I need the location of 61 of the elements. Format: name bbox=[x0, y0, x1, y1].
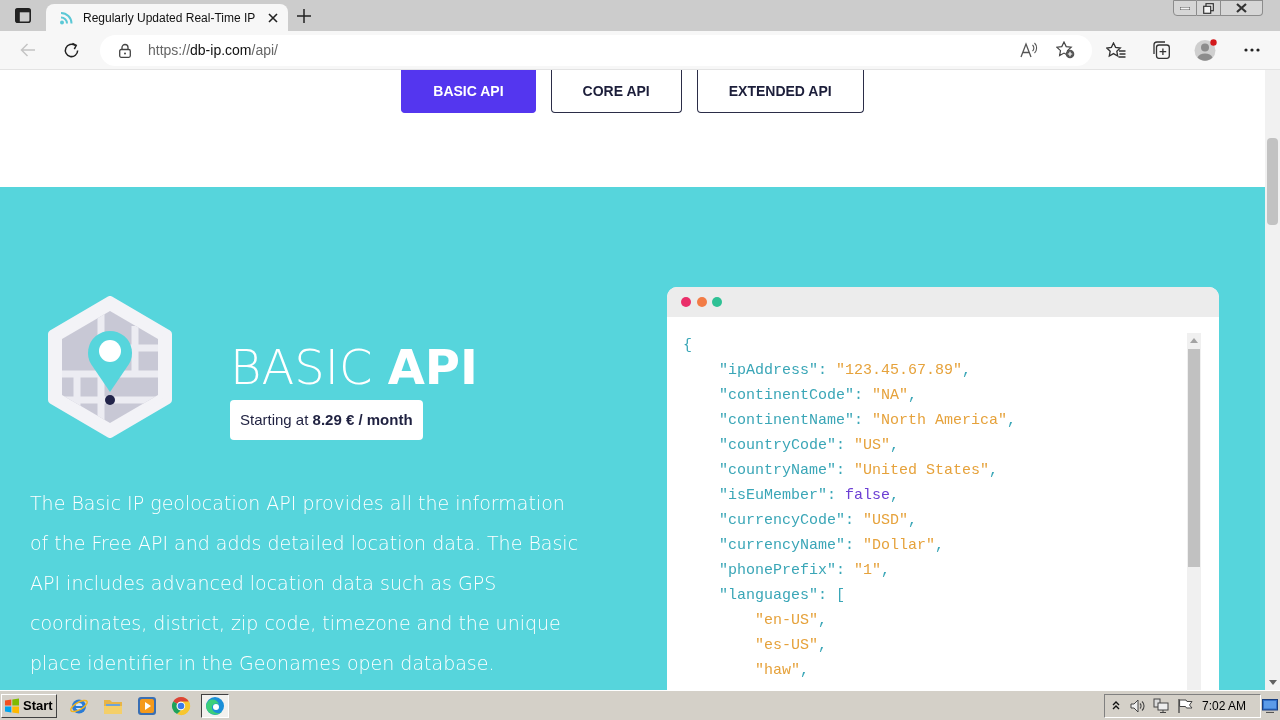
browser-tab[interactable]: Regularly Updated Real-Time IP bbox=[46, 4, 288, 31]
plan-tab[interactable]: EXTENDED API bbox=[696, 70, 864, 113]
map-pin-hexagon-icon bbox=[47, 296, 173, 438]
profile-button[interactable] bbox=[1192, 36, 1220, 64]
plan-tab[interactable]: CORE API bbox=[550, 70, 682, 113]
url-text: https://db-ip.com/api/ bbox=[148, 40, 278, 60]
plus-icon[interactable] bbox=[297, 8, 311, 23]
code-scrollbar[interactable] bbox=[1187, 333, 1201, 690]
code-line: "haw", bbox=[755, 661, 810, 681]
code-line: { bbox=[683, 336, 692, 356]
network-icon[interactable] bbox=[1153, 697, 1169, 714]
hero-title: BASIC API bbox=[230, 343, 478, 391]
more-icon bbox=[1244, 48, 1260, 52]
restore-icon bbox=[1203, 2, 1214, 14]
arrow-left-icon bbox=[20, 43, 36, 57]
code-line: "ipAddress": "123.45.67.89", bbox=[719, 361, 972, 381]
window-dots-icon bbox=[681, 297, 722, 307]
star-list-icon bbox=[1106, 41, 1126, 59]
chevron-up-icon[interactable] bbox=[1112, 701, 1120, 710]
windows-flag-icon bbox=[4, 697, 20, 714]
taskbar-app[interactable] bbox=[201, 693, 229, 718]
lock-icon bbox=[119, 42, 131, 58]
tab-actions-icon[interactable] bbox=[15, 8, 31, 23]
code-line: "en-US", bbox=[755, 611, 828, 631]
code-line: "phonePrefix": "1", bbox=[719, 561, 891, 581]
close-window-button[interactable] bbox=[1221, 0, 1263, 16]
arrow-down-icon[interactable] bbox=[1268, 680, 1277, 685]
code-line: "continentName": "North America", bbox=[719, 411, 1017, 431]
flag-icon[interactable] bbox=[1177, 697, 1193, 714]
play-icon bbox=[137, 695, 157, 716]
segmented-circle-icon bbox=[171, 695, 191, 716]
close-icon bbox=[1236, 3, 1247, 13]
add-favorite-icon[interactable] bbox=[1056, 41, 1075, 59]
refresh-icon bbox=[62, 41, 80, 59]
address-field[interactable]: https://db-ip.com/api/ bbox=[100, 34, 1092, 66]
price-tag: Starting at 8.29 € / month bbox=[230, 400, 423, 440]
swirl-icon bbox=[205, 695, 225, 716]
start-button[interactable]: Start bbox=[1, 693, 57, 718]
page-scrollbar[interactable] bbox=[1265, 70, 1280, 690]
restore-button[interactable] bbox=[1197, 0, 1221, 16]
signal-waves-icon bbox=[59, 10, 75, 25]
code-line: "isEuMember": false, bbox=[719, 486, 900, 506]
plan-tab[interactable]: BASIC API bbox=[401, 70, 536, 113]
code-line: "countryCode": "US", bbox=[719, 436, 900, 456]
read-aloud-icon[interactable] bbox=[1020, 42, 1038, 58]
scrollbar-thumb[interactable] bbox=[1188, 349, 1200, 567]
speaker-icon[interactable] bbox=[1130, 698, 1146, 713]
code-line: "languages": [ bbox=[719, 586, 846, 606]
scrollbar-thumb[interactable] bbox=[1267, 138, 1278, 225]
code-line: "continentCode": "NA", bbox=[719, 386, 918, 406]
code-line: "currencyName": "Dollar", bbox=[719, 536, 945, 556]
minimize-icon bbox=[1180, 6, 1190, 10]
code-line: "countryName": "United States", bbox=[719, 461, 999, 481]
monitor-icon[interactable] bbox=[1262, 698, 1278, 713]
code-line: "currencyCode": "USD", bbox=[719, 511, 918, 531]
description-text: The Basic IP geolocation API provides all the information of the Free API and adds detailed location data. The Basic API includes advanced location data such as GPS coordinates, district, zip code, timezone and the unique place identifier in the Geonames open database. bbox=[30, 491, 580, 676]
close-icon[interactable] bbox=[268, 12, 278, 23]
collections-icon bbox=[1150, 41, 1170, 59]
clock-text: 7:02 AM bbox=[1202, 697, 1247, 715]
avatar-icon bbox=[1194, 38, 1218, 62]
code-line: "es-US", bbox=[755, 636, 828, 656]
